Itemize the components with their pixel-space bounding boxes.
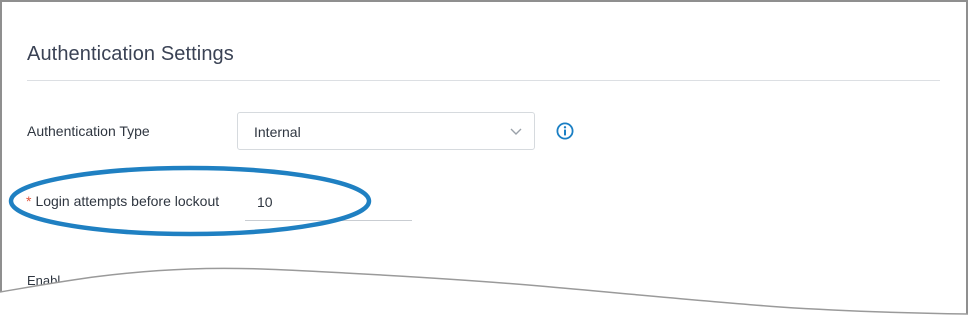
title-divider <box>27 80 940 81</box>
info-circle-icon[interactable] <box>556 122 574 140</box>
authentication-type-select[interactable]: Internal <box>237 112 535 150</box>
required-marker: * <box>26 193 32 209</box>
authentication-type-label: Authentication Type <box>27 123 150 139</box>
login-attempts-input[interactable] <box>245 184 412 221</box>
login-attempts-label-text: Login attempts before lockout <box>35 193 220 209</box>
authentication-type-selected-value: Internal <box>254 124 301 140</box>
panel-border-top <box>0 0 968 2</box>
authentication-settings-panel: Authentication Settings Authentication T… <box>0 0 968 320</box>
enable-setting-label-partial: Enabl <box>27 273 61 288</box>
page-title: Authentication Settings <box>27 43 234 65</box>
login-attempts-label: * Login attempts before lockout <box>26 193 219 209</box>
chevron-down-icon <box>510 128 522 135</box>
panel-border-left <box>0 0 2 300</box>
